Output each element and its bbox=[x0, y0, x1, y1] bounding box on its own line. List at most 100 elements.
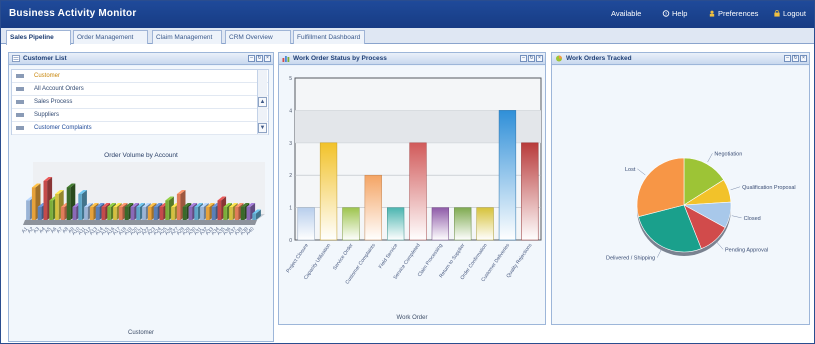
work-orders-tracked-titlebar: Work Orders Tracked – ↻ × bbox=[552, 53, 809, 65]
list-item[interactable]: Customer Complaints bbox=[12, 122, 268, 135]
slice-label: Qualification Proposal bbox=[742, 185, 796, 191]
list-item[interactable]: Customer bbox=[12, 70, 268, 83]
bar[interactable] bbox=[342, 207, 360, 241]
close-icon[interactable]: × bbox=[264, 55, 271, 62]
refresh-icon[interactable]: ↻ bbox=[528, 55, 535, 62]
bar[interactable] bbox=[319, 142, 338, 241]
bar-front bbox=[246, 207, 251, 220]
list-item[interactable]: Suppliers bbox=[12, 109, 268, 122]
help-icon: ? bbox=[662, 10, 670, 17]
bar-front bbox=[200, 207, 204, 220]
bar-front bbox=[229, 207, 233, 220]
work-orders-tracked-controls: – ↻ × bbox=[784, 55, 807, 62]
bar[interactable] bbox=[521, 142, 539, 241]
work-order-status-panel: Work Order Status by Process – ↻ × 0 1 2 3 4… bbox=[278, 52, 546, 325]
bar-front bbox=[234, 207, 239, 220]
slice-label: Pending Approval bbox=[725, 247, 768, 253]
bar-front bbox=[194, 207, 198, 220]
logout-link[interactable]: Logout bbox=[773, 9, 806, 18]
slice-label: Delivered / Shipping bbox=[606, 256, 655, 262]
customer-list-panel: Customer List – ↻ × Customer All Account… bbox=[8, 52, 274, 342]
work-order-status-chart: 012345Project ClosureCapacity Utilizatio… bbox=[285, 76, 542, 286]
minimize-icon[interactable]: – bbox=[248, 55, 255, 62]
bar-front bbox=[205, 207, 210, 220]
preferences-label: Preferences bbox=[718, 9, 759, 18]
close-icon[interactable]: × bbox=[536, 55, 543, 62]
bar-front bbox=[72, 207, 77, 220]
customer-list: Customer All Account Orders Sales Proces… bbox=[11, 69, 269, 135]
left-chart-xlabel: Customer bbox=[127, 330, 154, 336]
scroll-down-icon[interactable]: ▼ bbox=[258, 123, 267, 133]
logout-icon bbox=[774, 10, 780, 17]
list-item[interactable]: Sales Process bbox=[12, 96, 268, 109]
row-icon bbox=[16, 126, 24, 130]
y-tick-label: 0 bbox=[289, 238, 292, 244]
bar-front bbox=[118, 207, 123, 220]
scroll-up-icon[interactable]: ▲ bbox=[258, 97, 267, 107]
bar-front bbox=[240, 207, 245, 220]
tick-label: Project Closure bbox=[285, 243, 310, 275]
bar-front bbox=[113, 207, 117, 220]
preferences-link[interactable]: Preferences bbox=[708, 9, 758, 18]
preferences-icon bbox=[709, 10, 715, 17]
bar-front bbox=[78, 194, 82, 220]
logout-label: Logout bbox=[783, 9, 806, 18]
bar-front bbox=[84, 207, 88, 220]
row-icon bbox=[16, 100, 24, 104]
chart-floor-edge bbox=[23, 220, 257, 225]
bar-chart-icon bbox=[282, 56, 290, 62]
bar[interactable] bbox=[364, 174, 382, 241]
y-tick-label: 4 bbox=[289, 108, 292, 114]
bar-front bbox=[176, 194, 181, 220]
close-icon[interactable]: × bbox=[800, 55, 807, 62]
bar-front bbox=[153, 207, 158, 220]
label-leader bbox=[656, 248, 662, 258]
list-item-label: Customer Complaints bbox=[34, 125, 92, 131]
label-leader bbox=[716, 241, 724, 250]
help-link[interactable]: ? Help bbox=[662, 9, 687, 18]
order-volume-chart: A1A2A3A4A5A6A7A8A9A10A11A12A13A14A15A16A… bbox=[21, 162, 265, 237]
minimize-icon[interactable]: – bbox=[784, 55, 791, 62]
bar[interactable] bbox=[409, 142, 427, 241]
work-order-status-titlebar: Work Order Status by Process – ↻ × bbox=[279, 53, 545, 65]
bar[interactable] bbox=[387, 207, 405, 241]
bar-front bbox=[142, 207, 146, 220]
bar-front bbox=[49, 200, 53, 220]
work-order-status-title: Work Order Status by Process bbox=[293, 55, 387, 62]
y-tick-label: 2 bbox=[289, 173, 292, 179]
list-item-label: All Account Orders bbox=[34, 86, 84, 92]
bar[interactable] bbox=[476, 207, 494, 241]
bar[interactable] bbox=[454, 207, 472, 241]
bar-front bbox=[37, 207, 42, 220]
tab-crm-overview[interactable]: CRM Overview bbox=[225, 30, 291, 44]
minimize-icon[interactable]: – bbox=[520, 55, 527, 62]
work-orders-tracked-panel: Work Orders Tracked – ↻ × Negotiation Qua… bbox=[551, 52, 810, 325]
bar-front bbox=[89, 207, 94, 220]
bar-front bbox=[188, 207, 193, 220]
bar[interactable] bbox=[297, 207, 315, 241]
list-icon bbox=[12, 55, 20, 62]
tick-label: Service Order bbox=[332, 242, 355, 271]
label-leader bbox=[730, 186, 741, 191]
tab-fulfillment-dashboard[interactable]: Fulfillment Dashboard bbox=[293, 30, 365, 44]
help-label: Help bbox=[672, 9, 688, 18]
bar-front bbox=[26, 200, 30, 220]
tab-order-management[interactable]: Order Management bbox=[73, 30, 148, 44]
bar-front bbox=[107, 207, 111, 220]
y-tick-label: 3 bbox=[289, 141, 292, 147]
bar-front bbox=[165, 200, 169, 220]
refresh-icon[interactable]: ↻ bbox=[792, 55, 799, 62]
refresh-icon[interactable]: ↻ bbox=[256, 55, 263, 62]
list-item-label: Customer bbox=[34, 73, 61, 79]
label-leader bbox=[731, 215, 742, 219]
bar-front bbox=[159, 207, 164, 220]
list-item[interactable]: All Account Orders bbox=[12, 83, 268, 96]
bar[interactable] bbox=[431, 207, 450, 241]
tab-claim-management[interactable]: Claim Management bbox=[152, 30, 222, 44]
tab-sales-pipeline[interactable]: Sales Pipeline bbox=[6, 30, 71, 45]
list-scrollbar[interactable]: ▲ ▼ bbox=[257, 70, 267, 134]
y-tick-label: 1 bbox=[289, 206, 292, 212]
work-order-status-controls: – ↻ × bbox=[520, 55, 543, 62]
bar[interactable] bbox=[498, 110, 517, 241]
status-link[interactable]: Available bbox=[611, 9, 641, 18]
